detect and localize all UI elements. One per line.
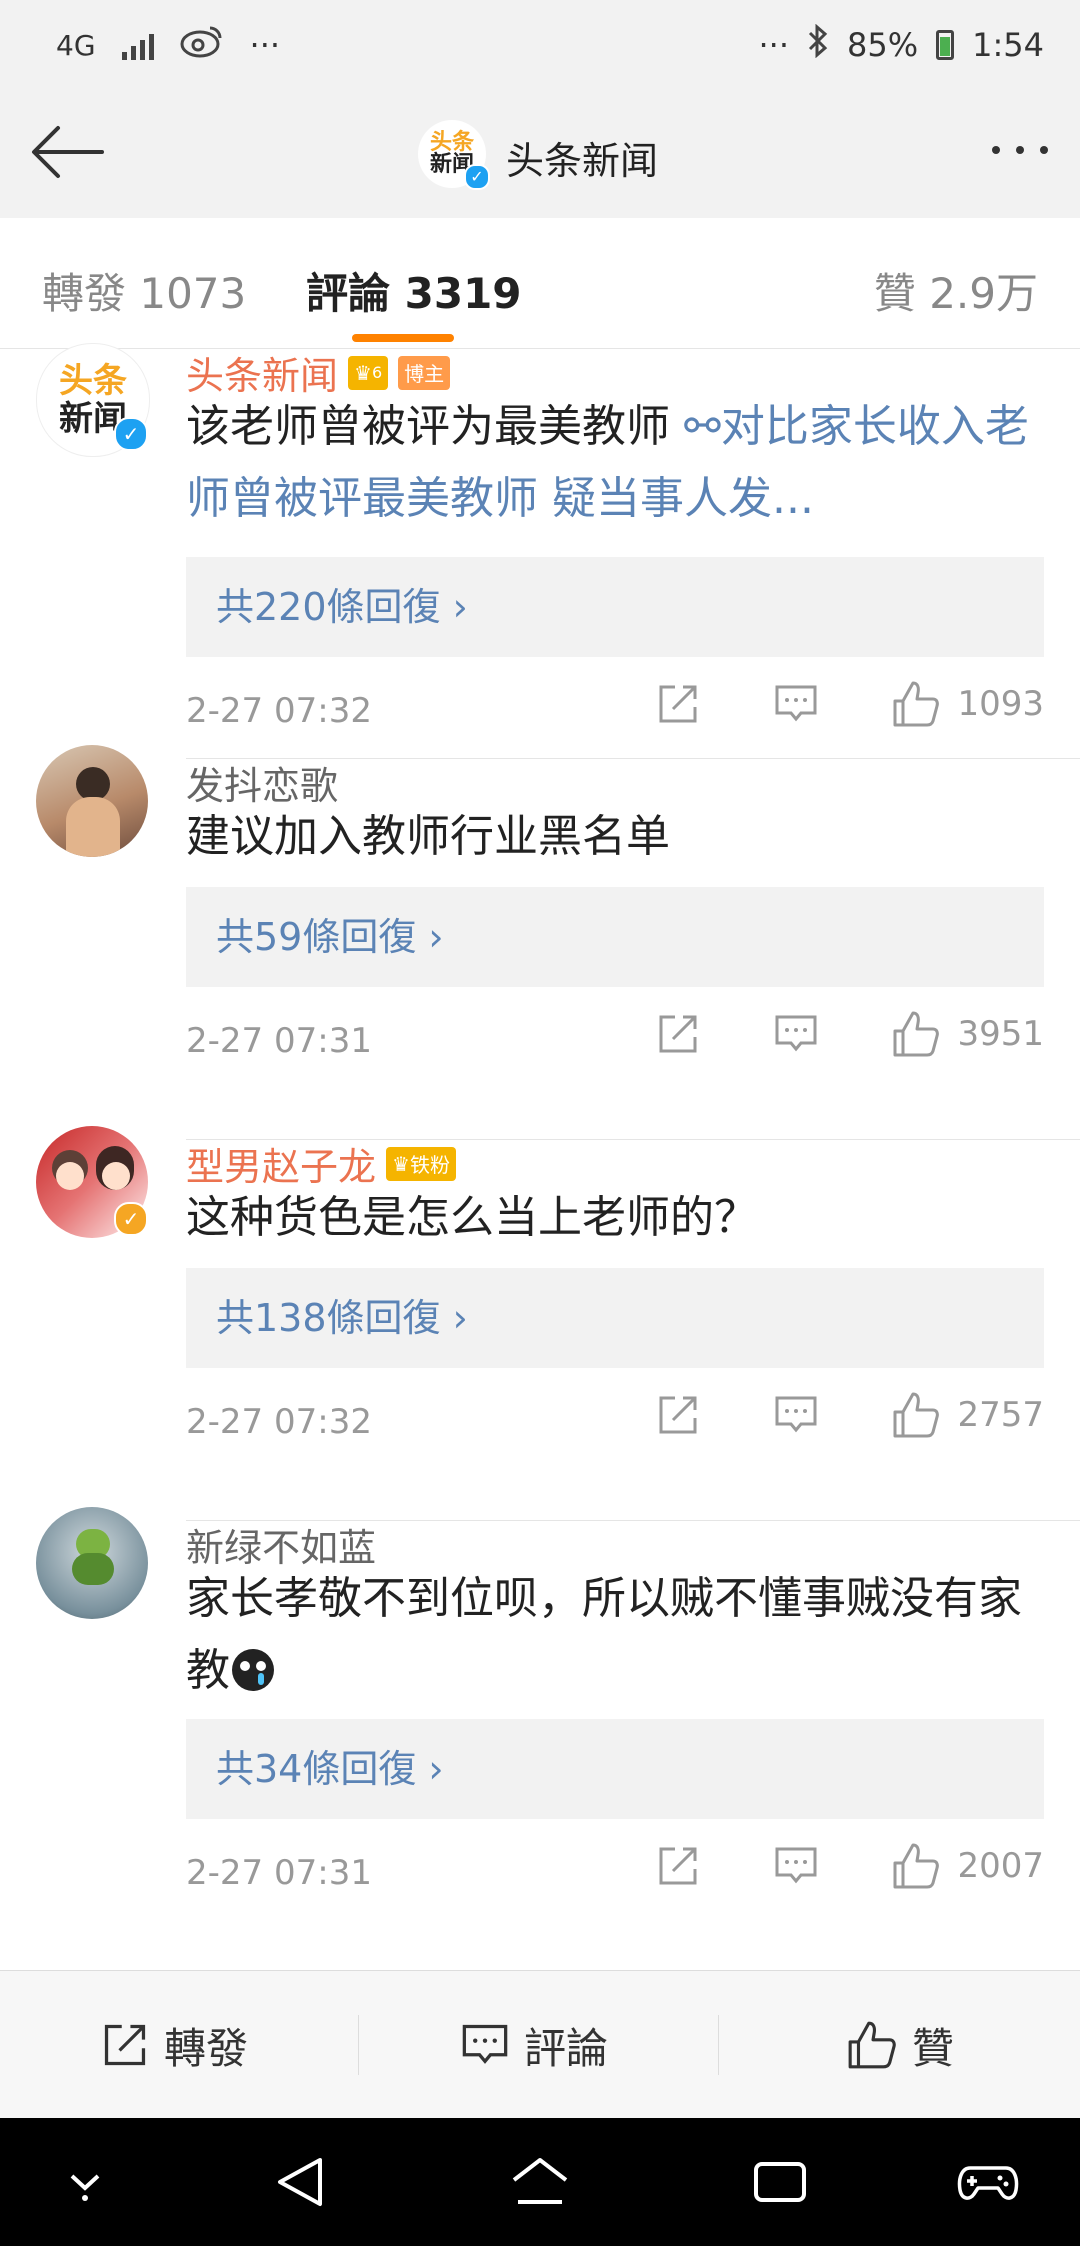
comment-actions: 2007 — [655, 1841, 1044, 1891]
bluetooth-icon — [807, 23, 829, 66]
link-icon: ⚯ — [684, 401, 721, 452]
like-count: 3951 — [957, 1014, 1044, 1054]
replies-button[interactable]: 共220條回復 › — [186, 557, 1044, 657]
comment-icon[interactable] — [773, 1011, 819, 1057]
battery-percent: 85% — [847, 26, 919, 64]
verified-icon: ✓ — [114, 1202, 148, 1236]
like-count: 1093 — [957, 684, 1044, 724]
clock: 1:54 — [972, 26, 1044, 64]
like-button[interactable]: 1093 — [891, 679, 1044, 729]
comment-actions: 1093 — [655, 679, 1044, 729]
network-type: 4G — [56, 28, 96, 62]
author-badge: 博主 — [398, 355, 451, 390]
comment-text: 该老师曾被评为最美教师 ⚯对比家长收入老师曾被评最美教师 疑当事人发... — [186, 401, 1029, 524]
navigation-bar — [0, 2118, 1080, 2246]
comment-icon[interactable] — [773, 1843, 819, 1889]
comment-icon[interactable] — [773, 681, 819, 727]
verified-icon: ✓ — [114, 417, 148, 451]
repost-icon[interactable] — [655, 1011, 701, 1057]
more-status-icon: ··· — [249, 26, 281, 64]
avatar[interactable] — [36, 745, 148, 857]
vip-crown-icon: ♛ 6 — [348, 355, 389, 390]
comment-actions: 3951 — [655, 1009, 1044, 1059]
thumbs-up-icon — [893, 681, 940, 727]
arrow-left-icon — [32, 126, 104, 178]
comment-time: 2-27 07:32 — [186, 691, 372, 731]
tab-likes[interactable]: 贊 2.9万 — [874, 260, 1038, 321]
repost-icon — [104, 2024, 146, 2066]
like-button[interactable]: 3951 — [891, 1009, 1044, 1059]
comment-actions: 2757 — [655, 1390, 1044, 1440]
thumbs-up-icon — [893, 1011, 940, 1057]
thumbs-up-icon — [848, 2021, 896, 2069]
chevron-down-icon[interactable] — [60, 2152, 110, 2216]
crying-emoji-icon — [232, 1649, 274, 1691]
comment-button[interactable]: 評論 — [460, 1971, 608, 2119]
comment-text: 建议加入教师行业黑名单 — [186, 811, 670, 862]
divider — [358, 2015, 359, 2075]
divider — [718, 2015, 719, 2075]
back-button[interactable] — [28, 120, 108, 184]
repost-icon[interactable] — [655, 681, 701, 727]
gamepad-icon[interactable] — [956, 2152, 1020, 2216]
crown-icon: ♛ — [392, 1151, 410, 1176]
like-button[interactable]: 2007 — [891, 1841, 1044, 1891]
comment-icon[interactable] — [773, 1392, 819, 1438]
home-icon[interactable] — [508, 2152, 572, 2216]
thumbs-up-icon — [893, 1392, 940, 1438]
comment-time: 2-27 07:31 — [186, 1853, 372, 1893]
repost-button[interactable]: 轉發 — [100, 1971, 248, 2119]
recent-apps-icon[interactable] — [752, 2152, 808, 2216]
verified-icon: ✓ — [464, 164, 490, 190]
fan-badge: ♛ 铁粉 — [386, 1146, 456, 1181]
tab-comments[interactable]: 評論 3319 — [306, 260, 522, 321]
thumbs-up-icon — [893, 1843, 940, 1889]
tab-bar: 轉發 1073 評論 3319 贊 2.9万 — [0, 218, 1080, 349]
back-triangle-icon[interactable] — [272, 2152, 328, 2216]
more-status-icon-right: ··· — [758, 26, 790, 64]
replies-button[interactable]: 共138條回復 › — [186, 1268, 1044, 1368]
signal-icon — [121, 30, 154, 60]
comment-text: 这种货色是怎么当上老师的？ — [186, 1192, 758, 1243]
comment-icon — [462, 2024, 508, 2064]
page-title: 头条新闻 — [506, 139, 659, 183]
comment-time: 2-27 07:31 — [186, 1021, 372, 1061]
replies-button[interactable]: 共34條回復 › — [186, 1719, 1044, 1819]
account-logo[interactable]: 头条 新闻 ✓ — [418, 120, 490, 190]
comment-text: 家长孝敬不到位呗，所以贼不懂事贼没有家教 — [186, 1573, 1022, 1696]
replies-button[interactable]: 共59條回復 › — [186, 887, 1044, 987]
tab-reposts[interactable]: 轉發 1073 — [42, 260, 246, 321]
avatar[interactable] — [36, 1507, 148, 1619]
like-count: 2757 — [957, 1395, 1044, 1435]
active-tab-indicator — [352, 334, 454, 342]
status-bar: 4G ··· ··· 85% 1:54 — [0, 0, 1080, 90]
top-bar: 头条 新闻 ✓ 头条新闻 — [0, 90, 1080, 219]
repost-icon[interactable] — [655, 1843, 701, 1889]
more-dots-icon[interactable] — [992, 146, 1048, 154]
weibo-icon — [180, 24, 224, 66]
bottom-action-bar: 轉發 評論 贊 — [0, 1970, 1080, 2119]
like-button[interactable]: 贊 — [846, 1971, 954, 2119]
comment-time: 2-27 07:32 — [186, 1402, 372, 1442]
like-button[interactable]: 2757 — [891, 1390, 1044, 1440]
repost-icon[interactable] — [655, 1392, 701, 1438]
like-count: 2007 — [957, 1846, 1044, 1886]
battery-icon — [936, 30, 955, 60]
